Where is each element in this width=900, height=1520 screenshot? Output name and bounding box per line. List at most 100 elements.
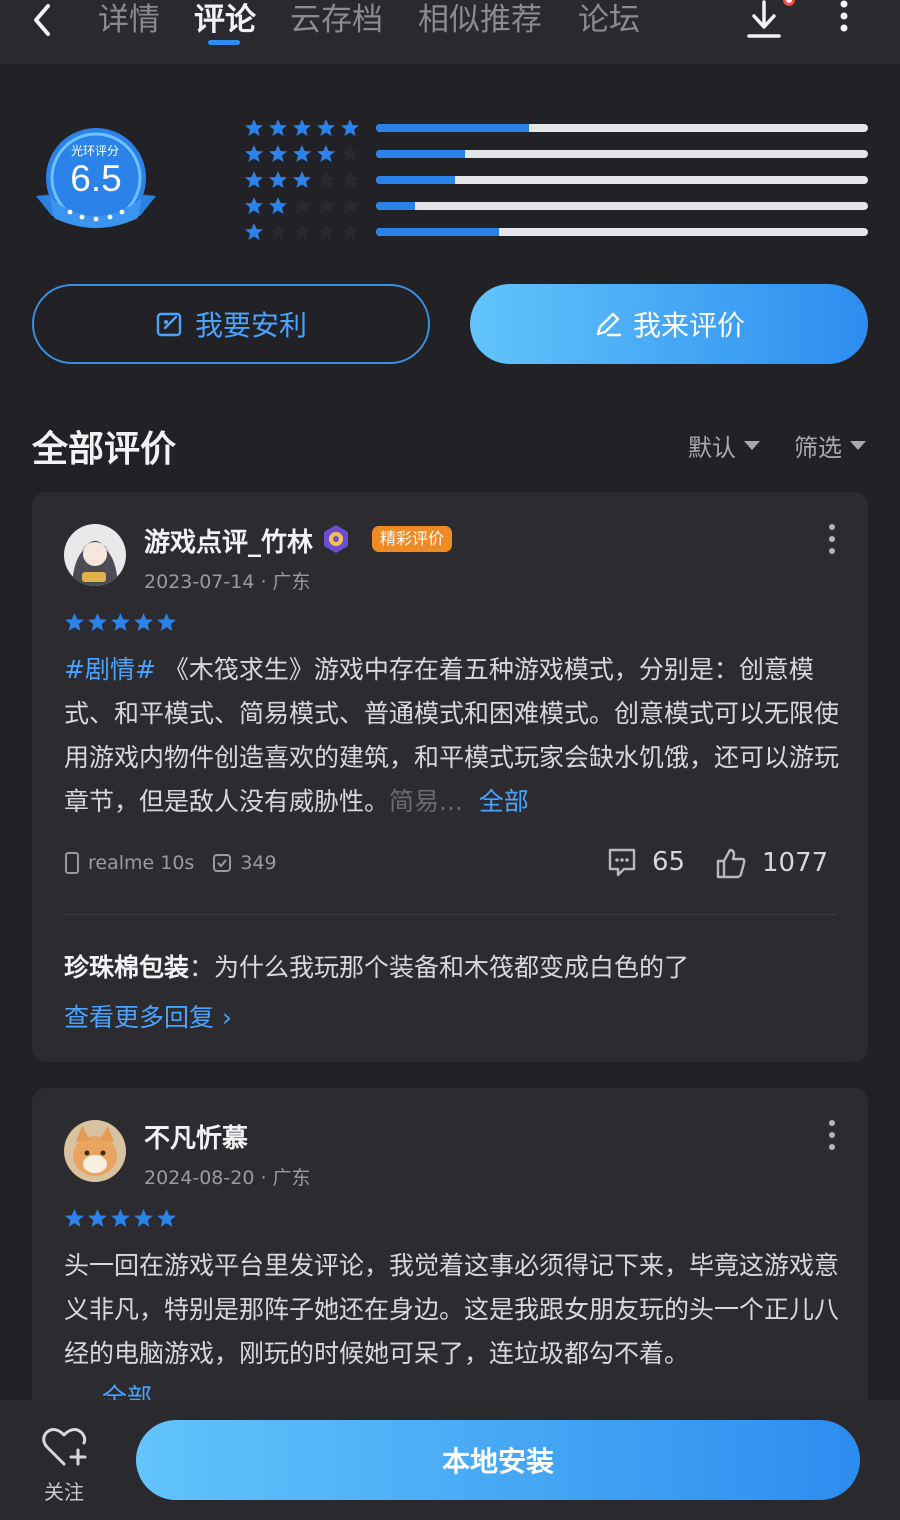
star-icon [317, 197, 335, 214]
device-info: realme 10s 349 [64, 852, 277, 874]
recommend-icon [156, 312, 182, 337]
star-icon [134, 613, 153, 631]
review-text-truncated: 简易... [389, 787, 463, 816]
reply-preview[interactable]: 珍珠棉包装：为什么我玩那个装备和木筏都变成白色的了 [64, 948, 689, 984]
star-icon [317, 119, 335, 136]
distribution-bar-4-stars [376, 150, 868, 158]
star-icon [245, 223, 263, 240]
star-icon [317, 223, 335, 240]
section-title: 全部评价 [32, 429, 177, 470]
caret-down-icon [850, 441, 866, 450]
review-hashtag[interactable]: #剧情# [64, 655, 156, 684]
star-icon [269, 171, 287, 188]
distribution-row-4-stars [244, 144, 360, 166]
star-icon [341, 223, 359, 240]
star-icon [134, 1209, 153, 1227]
follow-label[interactable]: 关注 [44, 1476, 84, 1505]
star-icon [65, 1209, 84, 1227]
star-icon [245, 145, 263, 162]
star-icon [293, 223, 311, 240]
review-username[interactable]: 游戏点评_竹林 [144, 522, 313, 559]
tab-reviews[interactable]: 评论 [194, 0, 256, 39]
star-icon [341, 145, 359, 162]
more-options-icon[interactable] [822, 522, 842, 556]
rating-label: 光环评分 [70, 144, 119, 158]
distribution-bar-3-stars [376, 176, 868, 184]
tab-details[interactable]: 详情 [98, 0, 160, 39]
review-star-rating [64, 1208, 177, 1229]
star-icon [65, 613, 84, 631]
star-icon [269, 223, 287, 240]
featured-review-tag: 精彩评价 [372, 526, 453, 552]
star-icon [317, 145, 335, 162]
distribution-bar-2-stars [376, 202, 868, 210]
review-card: 游戏点评_竹林 精彩评价 2023-07-14 · 广东 #剧情# 《木筏求生》… [32, 492, 868, 1062]
device-count: 349 [240, 852, 277, 874]
star-icon [341, 119, 359, 136]
heart-plus-icon[interactable] [40, 1424, 88, 1468]
star-icon [88, 613, 107, 631]
distribution-bar-fill [376, 124, 529, 132]
avatar[interactable] [64, 1120, 126, 1182]
reply-username: 珍珠棉包装 [64, 953, 190, 982]
like-button[interactable]: 1077 [714, 846, 828, 880]
recommend-label: 我要安利 [194, 309, 307, 342]
star-icon [111, 1209, 130, 1227]
more-options-icon[interactable] [832, 0, 856, 36]
distribution-row-2-stars [244, 196, 360, 218]
divider [64, 914, 836, 915]
review-username[interactable]: 不凡忻慕 [144, 1118, 248, 1155]
tab-cloud-save[interactable]: 云存档 [290, 0, 383, 39]
distribution-bar-fill [376, 202, 416, 210]
avatar[interactable] [64, 524, 126, 586]
download-icon[interactable] [746, 0, 782, 40]
local-install-button[interactable]: 本地安装 [136, 1420, 860, 1500]
filter-dropdown[interactable]: 筛选 [794, 428, 866, 463]
star-icon [293, 119, 311, 136]
top-nav-bar: 详情 评论 云存档 相似推荐 论坛 [0, 0, 900, 64]
like-count: 1077 [762, 848, 829, 878]
distribution-row-1-stars [244, 222, 360, 244]
tab-similar[interactable]: 相似推荐 [418, 0, 542, 39]
star-icon [341, 171, 359, 188]
filter-label: 筛选 [794, 434, 842, 462]
comment-button[interactable]: 65 [606, 846, 685, 878]
distribution-bar-fill [376, 228, 499, 236]
review-text: 头一回在游戏平台里发评论，我觉着这事必须得记下来，毕竟这游戏意义非凡，特别是那阵… [64, 1251, 840, 1368]
review-date-location: 2023-07-14 · 广东 [144, 571, 311, 593]
review-text: #剧情# 《木筏求生》游戏中存在着五种游戏模式，分别是：创意模式、和平模式、简易… [64, 648, 842, 824]
star-icon [293, 171, 311, 188]
reply-text: ：为什么我玩那个装备和木筏都变成白色的了 [189, 953, 690, 982]
back-arrow-icon[interactable] [28, 2, 58, 38]
star-icon [245, 197, 263, 214]
caret-down-icon [744, 441, 760, 450]
more-options-icon[interactable] [822, 1118, 842, 1152]
review-date-location: 2024-08-20 · 广东 [144, 1167, 311, 1189]
pencil-icon [596, 312, 622, 337]
device-name: realme 10s [88, 852, 195, 874]
star-icon [293, 145, 311, 162]
comment-icon [608, 848, 636, 877]
recommend-button[interactable]: 我要安利 [32, 284, 430, 364]
comment-count: 65 [652, 847, 686, 877]
checkbox-icon [213, 854, 232, 872]
sort-label: 默认 [688, 434, 736, 462]
star-icon [111, 613, 130, 631]
review-star-rating [64, 612, 177, 633]
thumbs-up-icon [716, 848, 746, 879]
star-icon [269, 145, 287, 162]
tab-forum[interactable]: 论坛 [578, 0, 640, 39]
distribution-bar-fill [376, 176, 455, 184]
write-review-button[interactable]: 我来评价 [470, 284, 868, 364]
star-icon [157, 613, 176, 631]
star-icon [157, 1209, 176, 1227]
distribution-row-3-stars [244, 170, 360, 192]
star-icon [88, 1209, 107, 1227]
sort-dropdown[interactable]: 默认 [688, 428, 760, 463]
expand-review-link[interactable]: 全部 [479, 787, 529, 816]
rating-score: 6.5 [70, 158, 122, 199]
distribution-bar-1-stars [376, 228, 868, 236]
distribution-row-5-stars [244, 118, 360, 140]
view-more-replies-link[interactable]: 查看更多回复 › [64, 998, 232, 1034]
notification-dot [783, 0, 795, 6]
